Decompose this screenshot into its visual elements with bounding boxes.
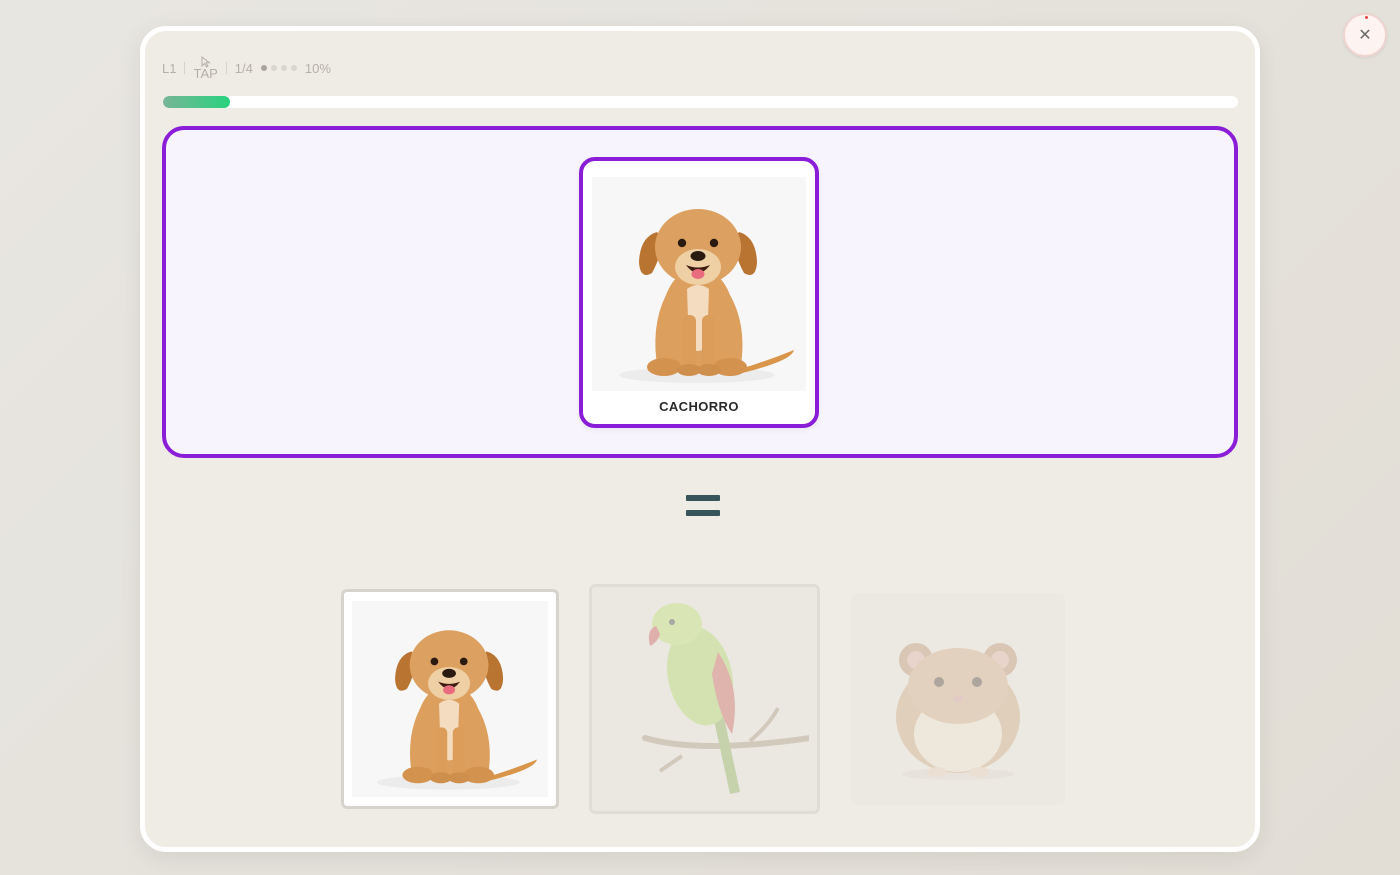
exercise-panel: L1 TAP 1/4 10% CACHORRO	[140, 26, 1260, 852]
step-dot	[270, 65, 277, 71]
step-dot	[290, 65, 297, 71]
progress-fill	[163, 96, 230, 108]
step-dot	[280, 65, 287, 71]
level-label: L1	[162, 60, 177, 76]
prompt-card: CACHORRO	[579, 157, 819, 428]
step-dot	[260, 65, 267, 71]
progress-percent: 10%	[304, 60, 331, 76]
prompt-area: CACHORRO	[162, 126, 1238, 458]
divider	[184, 62, 186, 74]
step-dots	[260, 65, 297, 71]
prompt-word: CACHORRO	[659, 399, 739, 414]
divider	[225, 62, 227, 74]
exercise-meta: L1 TAP 1/4 10%	[162, 53, 331, 83]
choice-card-puppy[interactable]	[341, 589, 559, 809]
puppy-image	[592, 177, 806, 391]
mode-label: TAP	[193, 66, 218, 81]
puppy-image	[352, 601, 548, 797]
notification-dot	[1365, 16, 1368, 19]
choice-card-parrot[interactable]	[589, 584, 820, 814]
hamster-image	[859, 602, 1057, 796]
close-icon: ✕	[1358, 27, 1372, 44]
question-counter: 1/4	[234, 60, 253, 76]
choice-card-hamster[interactable]	[851, 593, 1065, 805]
progress-bar	[163, 96, 1238, 108]
parrot-image	[600, 596, 813, 802]
close-button[interactable]: ✕	[1343, 13, 1387, 57]
mode-indicator: TAP	[193, 56, 218, 81]
equals-icon	[683, 491, 723, 523]
